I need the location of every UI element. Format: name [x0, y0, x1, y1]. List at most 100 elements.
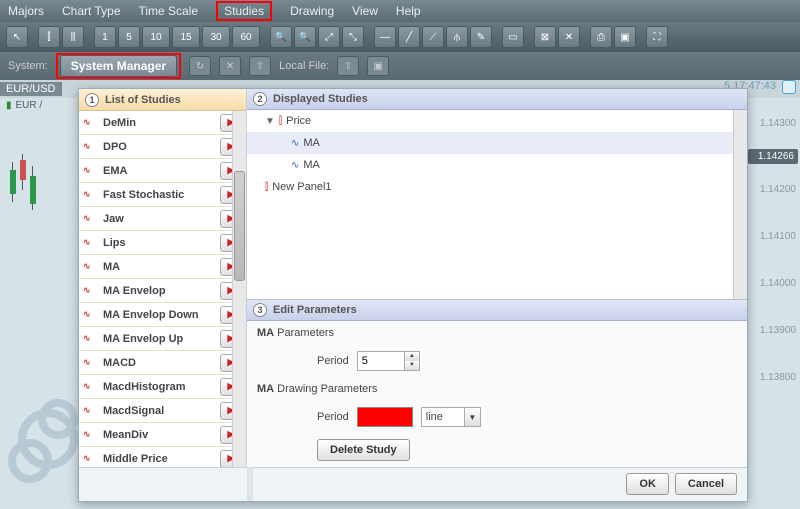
delete-study-button[interactable]: Delete Study: [317, 439, 410, 461]
spin-up-icon[interactable]: ▲: [405, 352, 419, 361]
menu-studies[interactable]: Studies: [216, 1, 272, 21]
study-name: Fast Stochastic: [103, 189, 214, 201]
current-price: 1.14266: [748, 149, 798, 164]
study-icon: ∿: [83, 261, 97, 272]
linestyle-select[interactable]: line: [421, 407, 465, 427]
time-5-button[interactable]: 5: [118, 26, 140, 48]
drawing-period-label: Period: [317, 411, 349, 423]
sys-upload-icon[interactable]: ⇧: [249, 56, 271, 76]
zoom-y-icon[interactable]: ⤡: [342, 26, 364, 48]
study-icon: ∿: [83, 333, 97, 344]
list-scrollbar[interactable]: [232, 111, 246, 467]
candlestick-chart: [6, 140, 66, 340]
study-row[interactable]: ∿ DPO: [79, 135, 246, 159]
displayed-studies-header: 2 Displayed Studies: [247, 89, 747, 110]
study-name: MacdHistogram: [103, 381, 214, 393]
print-icon[interactable]: ⎙: [590, 26, 612, 48]
expand-icon[interactable]: ▼: [265, 116, 275, 127]
study-row[interactable]: ∿ DeMin: [79, 111, 246, 135]
cancel-button[interactable]: Cancel: [675, 473, 737, 495]
dialog-footer: OK Cancel: [79, 467, 747, 499]
tree-node-ma-1[interactable]: ∿ MA: [247, 132, 747, 154]
study-name: DPO: [103, 141, 214, 153]
study-row[interactable]: ∿EMA: [79, 159, 246, 183]
dropdown-icon[interactable]: ▼: [465, 407, 481, 427]
local-save-icon[interactable]: ▣: [367, 56, 389, 76]
scrollbar-thumb[interactable]: [234, 171, 245, 281]
ok-button[interactable]: OK: [626, 473, 669, 495]
close-icon[interactable]: ✕: [558, 26, 580, 48]
color-swatch[interactable]: [357, 407, 413, 427]
tree-scrollbar[interactable]: [733, 110, 747, 298]
ma-icon: ∿: [291, 138, 299, 149]
studies-list[interactable]: ∿DeMin∿DPO∿EMA∿Fast Stochastic∿Jaw∿Lips∿…: [79, 111, 246, 467]
local-upload-icon[interactable]: ⇧: [337, 56, 359, 76]
tree-node-ma-2[interactable]: ∿ MA: [247, 154, 747, 176]
study-name: Jaw: [103, 213, 214, 225]
study-row[interactable]: ∿ MA: [79, 255, 246, 279]
study-name: MacdSignal: [103, 405, 214, 417]
study-row[interactable]: ∿MACD: [79, 351, 246, 375]
trendline-tool-icon[interactable]: ╱: [398, 26, 420, 48]
fullscreen-icon[interactable]: ⛶: [646, 26, 668, 48]
menu-view[interactable]: View: [352, 4, 378, 18]
cursor-tool-icon[interactable]: ↖: [6, 26, 28, 48]
menu-chart-type[interactable]: Chart Type: [62, 4, 120, 18]
study-name: DeMin: [103, 117, 214, 129]
pair-label: EUR/USD: [0, 82, 62, 96]
sys-delete-icon[interactable]: ✕: [219, 56, 241, 76]
list-of-studies-panel: 1 List of Studies ∿DeMin∿DPO∿EMA∿Fast St…: [79, 89, 247, 467]
study-row[interactable]: ∿MA Envelop: [79, 279, 246, 303]
system-manager-button[interactable]: System Manager: [60, 55, 177, 77]
study-row[interactable]: ∿MA Envelop Up: [79, 327, 246, 351]
time-15-button[interactable]: 15: [172, 26, 200, 48]
study-name: MeanDiv: [103, 429, 214, 441]
period-input[interactable]: [357, 351, 405, 371]
study-row[interactable]: ∿Middle Price: [79, 447, 246, 467]
study-row[interactable]: ∿Fast Stochastic: [79, 183, 246, 207]
study-icon: ∿: [83, 237, 97, 248]
study-icon: ∿: [83, 309, 97, 320]
study-name: MA: [103, 261, 214, 273]
study-row[interactable]: ∿MA Envelop Down: [79, 303, 246, 327]
menu-time-scale[interactable]: Time Scale: [139, 4, 199, 18]
study-row[interactable]: ∿MeanDiv: [79, 423, 246, 447]
hline-tool-icon[interactable]: —: [374, 26, 396, 48]
study-icon: ∿: [83, 117, 97, 128]
candles-icon[interactable]: ⫿: [38, 26, 60, 48]
menu-help[interactable]: Help: [396, 4, 421, 18]
study-icon: ∿: [83, 141, 97, 152]
line-tool-icon[interactable]: ⟋: [422, 26, 444, 48]
bars-icon[interactable]: ⫼: [62, 26, 84, 48]
zoom-in-icon[interactable]: 🔍: [270, 26, 292, 48]
pitchfork-tool-icon[interactable]: ⫛: [446, 26, 468, 48]
menu-majors[interactable]: Majors: [8, 4, 44, 18]
study-icon: ∿: [83, 165, 97, 176]
sys-refresh-icon[interactable]: ↻: [189, 56, 211, 76]
study-name: Middle Price: [103, 453, 214, 465]
price-axis: 1.14300 1.14266 1.14200 1.14100 1.14000 …: [748, 100, 798, 401]
step-2-icon: 2: [253, 92, 267, 106]
study-row[interactable]: ∿Jaw: [79, 207, 246, 231]
time-10-button[interactable]: 10: [142, 26, 170, 48]
clock-icon[interactable]: [782, 80, 796, 94]
study-icon: ∿: [83, 405, 97, 416]
menu-drawing[interactable]: Drawing: [290, 4, 334, 18]
study-row[interactable]: ∿MacdHistogram: [79, 375, 246, 399]
save-icon[interactable]: ▣: [614, 26, 636, 48]
study-row[interactable]: ∿ MacdSignal: [79, 399, 246, 423]
spin-down-icon[interactable]: ▼: [405, 361, 419, 370]
displayed-studies-tree[interactable]: ▼ ⫿ Price ∿ MA ∿ MA ⫿ New Panel1: [247, 110, 747, 299]
time-30-button[interactable]: 30: [202, 26, 230, 48]
tree-node-new-panel[interactable]: ⫿ New Panel1: [247, 176, 747, 198]
study-row[interactable]: ∿Lips: [79, 231, 246, 255]
period-spinner[interactable]: ▲▼: [357, 351, 420, 371]
select-all-icon[interactable]: ▭: [502, 26, 524, 48]
time-60-button[interactable]: 60: [232, 26, 260, 48]
delete-icon[interactable]: ⊠: [534, 26, 556, 48]
zoom-x-icon[interactable]: ⤢: [318, 26, 340, 48]
pencil-tool-icon[interactable]: ✎: [470, 26, 492, 48]
tree-node-price[interactable]: ▼ ⫿ Price: [247, 110, 747, 132]
zoom-out-icon[interactable]: 🔍: [294, 26, 316, 48]
time-1-button[interactable]: 1: [94, 26, 116, 48]
